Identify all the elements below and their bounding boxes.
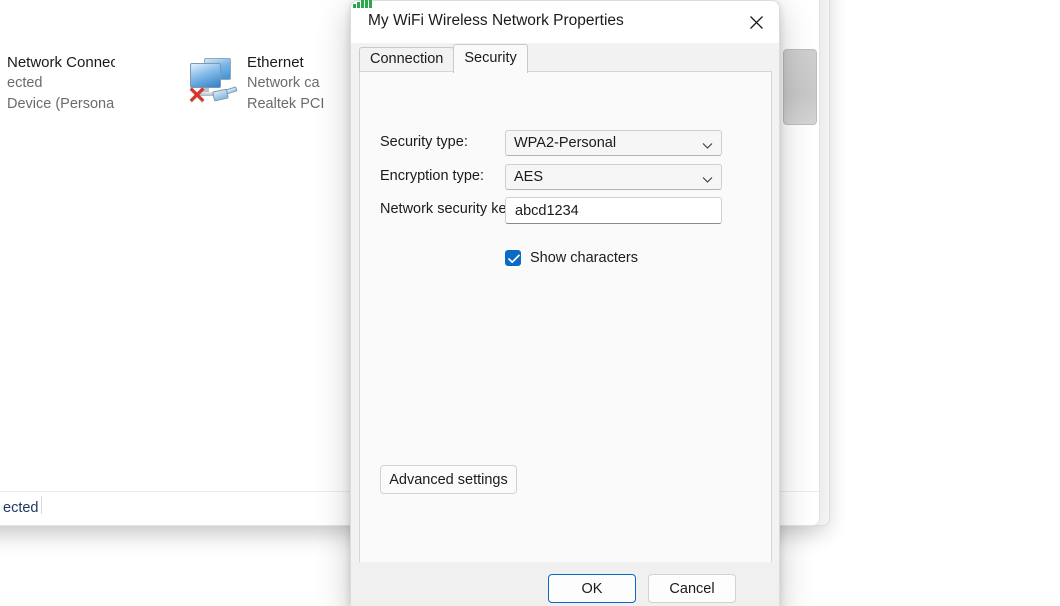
adapter-tile-ethernet[interactable]: ✕ Ethernet Network ca Realtek PCI bbox=[181, 49, 356, 123]
network-security-key-value: abcd1234 bbox=[515, 203, 579, 219]
cancel-button[interactable]: Cancel bbox=[648, 574, 736, 603]
wifi-monitor-icon bbox=[0, 55, 1, 107]
security-type-select[interactable]: WPA2-Personal bbox=[505, 130, 722, 156]
show-characters-label: Show characters bbox=[530, 250, 638, 266]
security-tab-panel: Security type: WPA2-Personal Encryption … bbox=[359, 71, 772, 566]
encryption-type-select[interactable]: AES bbox=[505, 164, 722, 190]
close-icon[interactable] bbox=[733, 1, 779, 43]
wireless-network-properties-dialog[interactable]: My WiFi Wireless Network Properties Conn… bbox=[350, 0, 780, 606]
show-characters-checkbox[interactable] bbox=[505, 250, 521, 266]
rj45-plug-icon bbox=[213, 87, 237, 102]
network-security-key-input[interactable]: abcd1234 bbox=[505, 197, 722, 224]
advanced-settings-button[interactable]: Advanced settings bbox=[380, 465, 517, 494]
red-x-icon: ✕ bbox=[187, 85, 207, 105]
adapter-title: Network Connection bbox=[7, 53, 115, 73]
adapter-status: ected bbox=[7, 73, 115, 94]
adapter-status: Network ca bbox=[247, 73, 355, 94]
adapter-device: Device (Personal Area ... bbox=[7, 94, 115, 115]
screen-root: Network Connection ected Device (Persona… bbox=[0, 0, 1060, 606]
adapter-device: Realtek PCI bbox=[247, 94, 355, 115]
dialog-titlebar: My WiFi Wireless Network Properties bbox=[351, 1, 779, 43]
status-bar-text: ected bbox=[3, 500, 38, 516]
adapter-tile-wifi[interactable]: Network Connection ected Device (Persona… bbox=[0, 49, 116, 123]
security-type-row: Security type: WPA2-Personal bbox=[360, 130, 771, 156]
encryption-type-label: Encryption type: bbox=[380, 168, 484, 184]
chevron-down-icon bbox=[702, 172, 713, 183]
security-type-label: Security type: bbox=[380, 134, 468, 150]
status-bar-separator bbox=[41, 496, 42, 514]
encryption-type-row: Encryption type: AES bbox=[360, 164, 771, 190]
dialog-body: Connection Security Security type: WPA2-… bbox=[351, 43, 779, 606]
encryption-type-value: AES bbox=[514, 169, 543, 185]
ethernet-monitor-icon: ✕ bbox=[187, 55, 241, 107]
tab-security[interactable]: Security bbox=[453, 44, 527, 73]
adapter-tile-selected[interactable]: ir... bbox=[783, 49, 817, 125]
checkmark-icon bbox=[508, 254, 520, 264]
dialog-footer: OK Cancel bbox=[351, 562, 779, 606]
security-type-value: WPA2-Personal bbox=[514, 135, 616, 151]
tab-connection[interactable]: Connection bbox=[359, 47, 454, 72]
chevron-down-icon bbox=[702, 138, 713, 149]
wifi-signal-icon bbox=[353, 0, 375, 8]
dialog-title: My WiFi Wireless Network Properties bbox=[368, 12, 624, 30]
ok-button[interactable]: OK bbox=[548, 574, 636, 603]
adapter-title: Ethernet bbox=[247, 53, 355, 73]
network-security-key-label: Network security key bbox=[380, 201, 514, 217]
tabstrip[interactable]: Connection Security bbox=[359, 48, 528, 72]
show-characters-checkbox-row[interactable]: Show characters bbox=[505, 250, 638, 266]
network-security-key-row: Network security key abcd1234 bbox=[360, 197, 771, 223]
